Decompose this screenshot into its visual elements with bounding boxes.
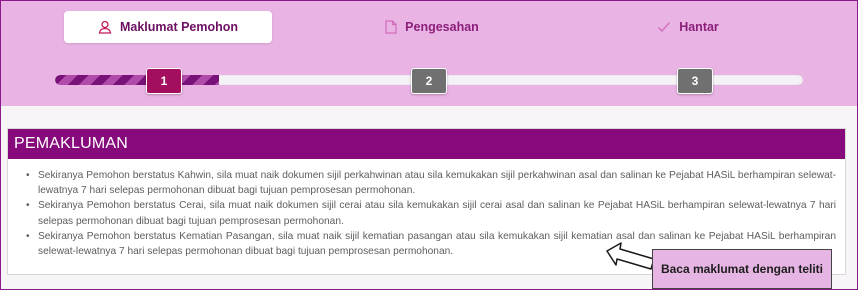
step-3-marker[interactable]: 3 xyxy=(677,68,713,94)
tab-pengesahan[interactable]: Pengesahan xyxy=(357,11,507,43)
callout-arrow-icon xyxy=(606,242,655,270)
check-icon xyxy=(657,21,671,33)
notice-item: Sekiranya Pemohon berstatus Kahwin, sila… xyxy=(26,168,836,198)
tab-label: Pengesahan xyxy=(405,20,479,34)
section-title: PEMAKLUMAN xyxy=(8,129,845,159)
user-icon xyxy=(98,20,112,34)
tip-callout: Baca maklumat dengan teliti xyxy=(652,249,832,289)
tab-hantar[interactable]: Hantar xyxy=(633,11,743,43)
progress-fill xyxy=(55,75,219,85)
tab-label: Hantar xyxy=(679,20,719,34)
document-icon xyxy=(385,20,397,34)
step-2-marker[interactable]: 2 xyxy=(411,68,447,94)
notice-item: Sekiranya Pemohon berstatus Cerai, sila … xyxy=(26,198,836,228)
tab-label: Maklumat Pemohon xyxy=(119,20,239,34)
application-frame: Maklumat Pemohon Pengesahan Hantar 1 2 3… xyxy=(0,0,858,290)
step-1-marker[interactable]: 1 xyxy=(146,68,182,94)
notice-list: Sekiranya Pemohon berstatus Kahwin, sila… xyxy=(26,168,836,259)
tab-maklumat-pemohon[interactable]: Maklumat Pemohon xyxy=(64,11,272,43)
wizard-header: Maklumat Pemohon Pengesahan Hantar 1 2 3 xyxy=(1,1,857,106)
